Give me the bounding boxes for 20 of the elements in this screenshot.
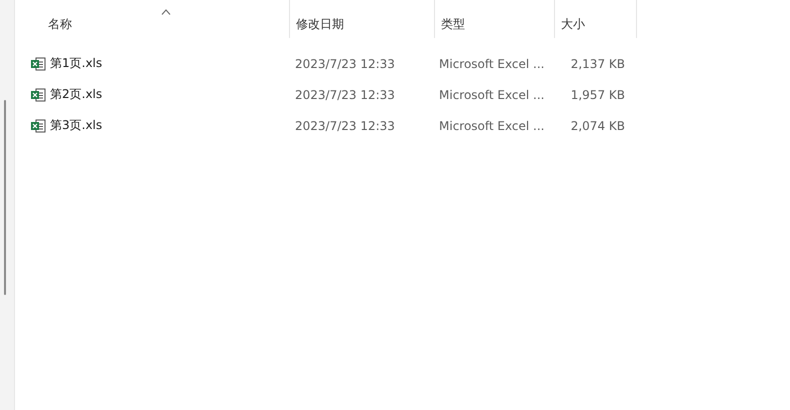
column-header[interactable]: 大小: [555, 9, 585, 39]
file-type: Microsoft Excel ...: [439, 56, 544, 70]
spreadsheet-file-icon: [30, 86, 46, 102]
file-type: Microsoft Excel ...: [439, 88, 544, 102]
column-header[interactable]: 类型: [435, 9, 465, 39]
file-size: 2,137 KB: [570, 56, 625, 70]
file-type: Microsoft Excel ...: [439, 118, 544, 132]
scrollbar-thumb[interactable]: [4, 100, 6, 295]
modified-date: 2023/7/23 12:33: [295, 88, 395, 102]
column-header[interactable]: 修改日期: [290, 9, 344, 39]
column-header[interactable]: 名称: [21, 9, 72, 39]
file-size: 2,074 KB: [570, 118, 625, 132]
spreadsheet-file-icon: [30, 56, 46, 72]
modified-date: 2023/7/23 12:33: [295, 118, 395, 132]
file-name[interactable]: 第3页.xls: [50, 117, 102, 134]
file-size: 1,957 KB: [570, 88, 625, 102]
modified-date: 2023/7/23 12:33: [295, 56, 395, 70]
file-name[interactable]: 第1页.xls: [50, 55, 102, 72]
spreadsheet-file-icon: [30, 118, 46, 134]
file-name[interactable]: 第2页.xls: [50, 86, 102, 103]
